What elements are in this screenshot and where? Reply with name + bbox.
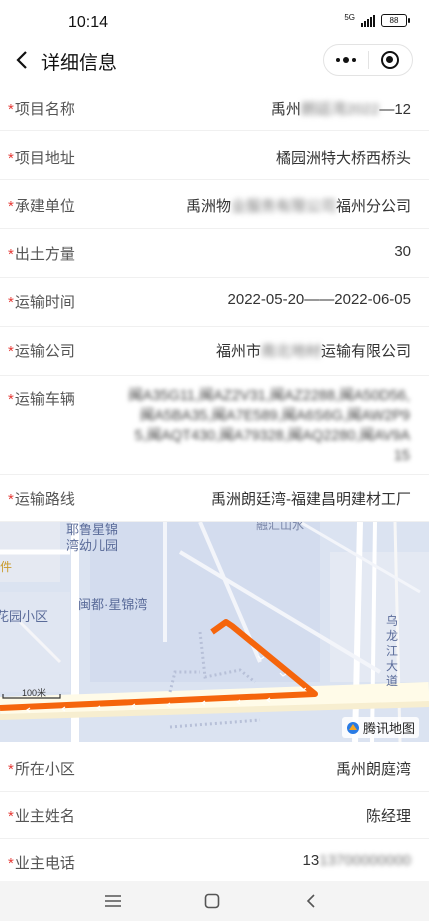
field-label: *运输车辆 xyxy=(8,391,75,408)
field-label: *运输公司 xyxy=(8,343,75,360)
field-value: 30 xyxy=(394,243,411,260)
field-row-project-address: *项目地址 橘园洲特大桥西桥头 xyxy=(0,131,429,180)
home-button[interactable] xyxy=(197,889,227,913)
field-label: *业主姓名 xyxy=(8,808,75,825)
network-5g-icon: 5G xyxy=(344,12,355,22)
signal-icon xyxy=(361,14,375,27)
miniprogram-capsule xyxy=(323,44,413,76)
system-back-button[interactable] xyxy=(296,889,326,913)
status-bar: 10:14 5G 88 xyxy=(0,0,429,44)
map-canvas xyxy=(0,522,429,742)
field-label: *出土方量 xyxy=(8,246,75,263)
map-logo: 腾讯地图 xyxy=(341,717,419,738)
map-label-wulong-avenue: 乌龙江大道 xyxy=(386,614,399,688)
field-value: 2022-05-20——2022-06-05 xyxy=(227,291,411,308)
page-title: 详细信息 xyxy=(41,53,118,74)
field-value: 福州市南北地材运输有限公司 xyxy=(215,343,411,360)
field-label: *承建单位 xyxy=(8,198,75,215)
field-row-transport-vehicles: *运输车辆 闽A35G11,闽AZ2V31,闽AZ2288,闽A50D56,闽A… xyxy=(0,376,429,475)
field-label: *所在小区 xyxy=(8,761,75,778)
battery-icon: 88 xyxy=(381,14,410,27)
status-icons: 5G 88 xyxy=(344,12,410,27)
field-value-vehicles: 闽A35G11,闽AZ2V31,闽AZ2288,闽A50D56,闽A5BA35,… xyxy=(128,388,410,464)
map-label-edge: 件 xyxy=(0,560,13,574)
field-value: 禹州朗庭湾 xyxy=(335,761,411,778)
field-value: 禹洲朗廷湾-福建昌明建材工厂 xyxy=(211,491,411,508)
back-button[interactable] xyxy=(8,46,36,74)
field-value: 1313700000000 xyxy=(302,852,411,869)
status-time: 10:14 xyxy=(68,14,109,31)
map-label-community: 闽都·星锦湾 xyxy=(78,597,148,612)
field-value: 禹洲物业服务有限公司福州分公司 xyxy=(185,198,411,215)
back-triangle-icon xyxy=(306,894,315,908)
more-button[interactable] xyxy=(324,45,368,75)
map-logo-text: 腾讯地图 xyxy=(362,721,415,736)
map-label-river: 融汇山水 xyxy=(256,522,305,532)
menu-button[interactable] xyxy=(98,889,128,913)
field-label: *业主电话 xyxy=(8,855,75,872)
battery-level: 88 xyxy=(389,16,399,25)
field-label: *项目名称 xyxy=(8,101,75,118)
field-row-transport-route: *运输路线 禹洲朗廷湾-福建昌明建材工厂 xyxy=(0,475,429,522)
field-value: 陈经理 xyxy=(365,808,411,825)
field-label: *运输路线 xyxy=(8,491,75,508)
map-label-kindergarten: 耶鲁星锦 湾幼儿园 xyxy=(66,522,119,553)
tencent-map-icon xyxy=(346,721,359,734)
target-icon xyxy=(381,51,400,69)
field-value: 橘园洲特大桥西桥头 xyxy=(275,150,411,167)
menu-icon xyxy=(105,895,121,907)
system-nav-bar xyxy=(0,881,429,921)
home-square-icon xyxy=(204,893,220,909)
field-label: *运输时间 xyxy=(8,294,75,311)
route-map[interactable]: 耶鲁星锦 湾幼儿园 闽都·星锦湾 花园小区 融汇山水 件 乌龙江大道 100米 腾… xyxy=(0,522,429,742)
field-row-owner-phone: *业主电话 1313700000000 xyxy=(0,839,429,881)
close-miniprogram-button[interactable] xyxy=(369,45,413,75)
map-label-garden-community: 花园小区 xyxy=(0,609,49,624)
field-row-transport-time: *运输时间 2022-05-20——2022-06-05 xyxy=(0,278,429,327)
map-scale-label: 100米 xyxy=(22,688,47,698)
field-row-earth-volume: *出土方量 30 xyxy=(0,229,429,278)
chevron-left-icon xyxy=(16,51,27,69)
field-row-project-name: *项目名称 禹州朗廷湾2022—12 xyxy=(0,82,429,131)
field-value: 禹州朗廷湾2022—12 xyxy=(270,101,411,118)
field-row-owner-name: *业主姓名 陈经理 xyxy=(0,792,429,839)
field-label: *项目地址 xyxy=(8,150,75,167)
more-dots-icon xyxy=(335,57,356,63)
field-row-community: *所在小区 禹州朗庭湾 xyxy=(0,743,429,792)
nav-bar: 详细信息 xyxy=(0,40,429,80)
field-row-transport-company: *运输公司 福州市南北地材运输有限公司 xyxy=(0,327,429,376)
field-row-contractor: *承建单位 禹洲物业服务有限公司福州分公司 xyxy=(0,180,429,229)
